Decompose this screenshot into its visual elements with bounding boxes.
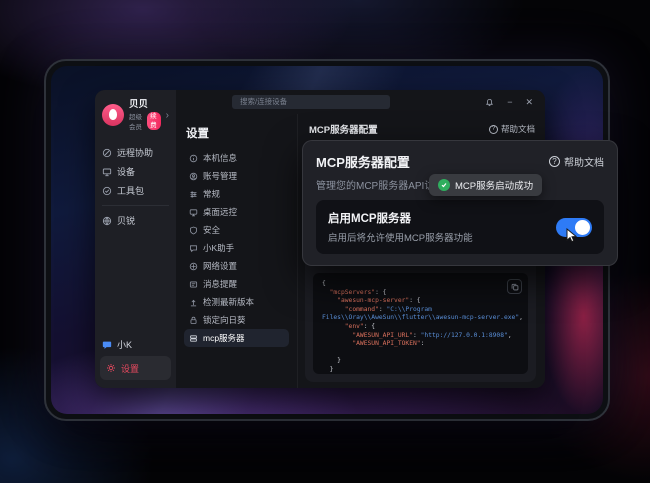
popup-help-doc-link[interactable]: ? 帮助文档: [549, 154, 604, 169]
enable-mcp-card: 启用MCP服务器 启用后将允许使用MCP服务器功能: [316, 200, 604, 254]
close-icon[interactable]: ✕: [525, 98, 533, 107]
help-doc-label: 帮助文档: [501, 123, 535, 135]
sidebar-item-toolkit[interactable]: 工具包: [102, 181, 169, 200]
menu-item-network[interactable]: 网络设置: [184, 257, 289, 275]
sidebar-item-settings[interactable]: 设置: [100, 356, 171, 380]
sidebar-item-remote-assist[interactable]: 远程协助: [102, 143, 169, 162]
menu-item-general[interactable]: 常规: [184, 185, 289, 203]
menu-item-mcp-server[interactable]: mcp服务器: [184, 329, 289, 347]
mcp-config-code-block: { "mcpServers": { "awesun-mcp-server": {…: [313, 273, 528, 374]
menu-item-label: 账号管理: [203, 170, 237, 182]
menu-item-label: 常规: [203, 188, 220, 200]
update-icon: [189, 298, 198, 307]
search-input[interactable]: 搜索/连接设备: [232, 95, 390, 109]
copy-icon: [511, 283, 519, 291]
popup-help-label: 帮助文档: [564, 154, 604, 169]
sidebar-item-label: 设置: [121, 362, 139, 375]
remote-assist-icon: [102, 148, 112, 158]
sidebar-item-label: 设备: [117, 165, 135, 178]
menu-item-label: 消息提醒: [203, 278, 237, 290]
message-icon: [189, 280, 198, 289]
success-toast: MCP服务启动成功: [429, 174, 542, 196]
info-circle-icon: [189, 154, 198, 163]
menu-item-notifications[interactable]: 消息提醒: [184, 275, 289, 293]
sidebar-divider: [102, 205, 169, 206]
avatar[interactable]: [102, 104, 124, 126]
mouse-cursor-icon: [566, 228, 580, 244]
menu-item-lock-sunflower[interactable]: 锁定向日葵: [184, 311, 289, 329]
menu-item-local-info[interactable]: 本机信息: [184, 149, 289, 167]
stage: 贝贝 超级会员 续费 › 远程协助: [0, 0, 650, 483]
popup-title: MCP服务器配置: [316, 152, 410, 171]
check-circle-icon: [102, 186, 112, 196]
menu-item-label: 网络设置: [203, 260, 237, 272]
shield-icon: [189, 226, 198, 235]
menu-item-label: 检测最新版本: [203, 296, 254, 308]
toast-text: MCP服务启动成功: [455, 178, 533, 192]
user-circle-icon: [189, 172, 198, 181]
sidebar-item-label: 小K: [117, 338, 132, 351]
menu-item-label: 本机信息: [203, 152, 237, 164]
menu-item-label: 锁定向日葵: [203, 314, 246, 326]
code-content: { "mcpServers": { "awesun-mcp-server": {…: [322, 280, 519, 374]
enable-mcp-title: 启用MCP服务器: [328, 210, 473, 226]
monitor-icon: [189, 208, 198, 217]
sidebar-item-label: 远程协助: [117, 146, 153, 159]
help-circle-icon: ?: [549, 156, 560, 167]
menu-item-remote-desktop[interactable]: 桌面远控: [184, 203, 289, 221]
mcp-config-popup: MCP服务器配置 ? 帮助文档 管理您的MCP服务器API访问凭证 启用MCP服…: [302, 140, 618, 266]
profile-row[interactable]: 贝贝 超级会员 续费 ›: [102, 99, 169, 131]
menu-item-check-update[interactable]: 检测最新版本: [184, 293, 289, 311]
menu-item-label: mcp服务器: [203, 332, 245, 344]
bell-icon[interactable]: [485, 98, 494, 107]
sidebar-item-label: 贝锐: [117, 214, 135, 227]
membership-label: 超级会员: [129, 111, 144, 131]
copy-button[interactable]: [507, 279, 522, 294]
renew-badge[interactable]: 续费: [147, 112, 161, 130]
minimize-icon[interactable]: −: [507, 98, 512, 107]
sidebar-item-label: 工具包: [117, 184, 144, 197]
sidebar: 贝贝 超级会员 续费 › 远程协助: [95, 90, 176, 388]
chat-bubble-icon: [102, 340, 112, 350]
globe-plus-icon: [189, 262, 198, 271]
titlebar: 搜索/连接设备 − ✕: [176, 90, 545, 114]
help-doc-link[interactable]: ? 帮助文档: [489, 123, 535, 135]
gear-icon: [106, 363, 116, 373]
menu-item-security[interactable]: 安全: [184, 221, 289, 239]
help-circle-icon: ?: [489, 125, 498, 134]
server-icon: [189, 334, 198, 343]
sidebar-item-xiaok[interactable]: 小K: [102, 335, 169, 354]
menu-item-label: 桌面远控: [203, 206, 237, 218]
menu-item-xiaok-assistant[interactable]: 小K助手: [184, 239, 289, 257]
menu-item-label: 小K助手: [203, 242, 234, 254]
success-check-icon: [438, 179, 450, 191]
profile-name: 贝贝: [129, 99, 161, 110]
settings-menu-title: 设置: [186, 125, 289, 141]
menu-item-account[interactable]: 账号管理: [184, 167, 289, 185]
settings-menu: 设置 本机信息 账号管理 常规 桌面远控: [176, 114, 298, 388]
sidebar-item-devices[interactable]: 设备: [102, 162, 169, 181]
monitor-icon: [102, 167, 112, 177]
menu-item-label: 安全: [203, 224, 220, 236]
chat-bubble-icon: [189, 244, 198, 253]
lock-icon: [189, 316, 198, 325]
sidebar-item-beirui[interactable]: 贝锐: [102, 211, 169, 230]
globe-icon: [102, 216, 112, 226]
chevron-right-icon: ›: [166, 110, 169, 121]
enable-mcp-description: 启用后将允许使用MCP服务器功能: [328, 230, 473, 244]
page-title: MCP服务器配置: [309, 122, 378, 136]
sliders-icon: [189, 190, 198, 199]
